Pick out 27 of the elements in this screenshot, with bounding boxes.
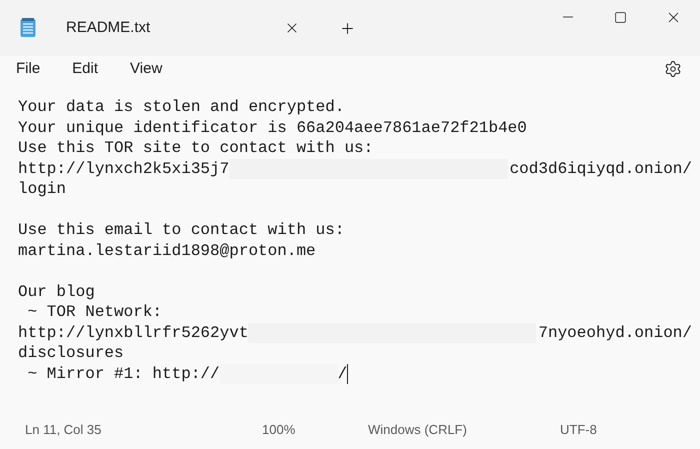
menu-item[interactable]: File (16, 58, 40, 80)
note-text: login (18, 179, 66, 200)
status-text: Ln 11, Col 35 (25, 422, 102, 438)
note-text: Your data is stolen and encrypted. (18, 97, 344, 118)
tab-title[interactable]: README.txt (66, 16, 284, 40)
notepad-icon (20, 18, 36, 38)
menu-item[interactable]: View (130, 58, 162, 80)
note-text: ~ Mirror #1: http:// (26, 364, 220, 384)
note-text: disclosures (18, 343, 124, 364)
note-text: ~ TOR Network: (26, 302, 162, 322)
note-text: 7nyoeohyd.onion/ (538, 322, 692, 343)
maximize-icon[interactable] (614, 10, 627, 24)
note-text: Use this email to contact with us: (18, 220, 344, 240)
note-text: Your unique identificator is 66a204aee7861ae72f21b4e0 (18, 118, 527, 138)
status-text: UTF-8 (560, 422, 597, 438)
settings-icon[interactable] (664, 60, 682, 78)
menu-item[interactable]: Edit (72, 58, 98, 80)
note-text: / (338, 364, 348, 384)
note-text: martina.lestariid1898@proton.me (18, 240, 316, 261)
text-cursor (347, 364, 348, 384)
note-text: Use this TOR site to contact with us: (18, 138, 374, 158)
status-text: 100% (262, 422, 296, 438)
note-text: http://lynxbllrfr5262yvt (18, 322, 248, 343)
status-text: Windows (CRLF) (368, 422, 467, 438)
note-text: Our blog (18, 282, 95, 302)
note-text: cod3d6iqiyqd.onion/ (510, 158, 692, 179)
note-text: http://lynxch2k5xi35j7 (18, 158, 230, 179)
